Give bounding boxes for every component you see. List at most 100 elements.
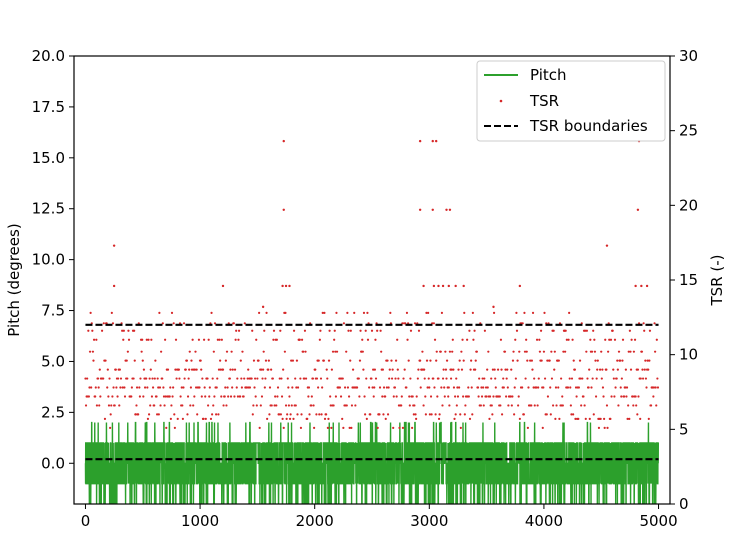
- tsr-point: [460, 350, 463, 353]
- tsr-point: [262, 350, 265, 353]
- tsr-point: [261, 377, 264, 380]
- tsr-point: [215, 386, 218, 389]
- tsr-point: [296, 386, 300, 389]
- tsr-point: [393, 386, 397, 389]
- tsr-point: [303, 329, 307, 332]
- tsr-point: [252, 404, 255, 407]
- tsr-point: [400, 404, 403, 407]
- tsr-point: [431, 139, 434, 143]
- tsr-point: [347, 395, 351, 398]
- y-right-axis-label: TSR (-): [708, 255, 726, 307]
- tsr-point: [415, 395, 418, 398]
- tsr-point: [530, 404, 533, 407]
- tsr-point: [181, 417, 184, 420]
- tsr-point: [636, 368, 640, 371]
- tsr-point: [601, 368, 604, 371]
- tsr-point: [84, 404, 88, 407]
- y-right-axis: 0 5 10 15 20 25 30: [670, 47, 698, 513]
- tsr-point: [609, 338, 613, 341]
- tsr-point: [494, 386, 497, 389]
- tsr-point: [233, 395, 236, 398]
- x-tick-label: 2000: [296, 512, 334, 530]
- tsr-point: [549, 386, 552, 389]
- tsr-point: [656, 377, 659, 380]
- tsr-point: [569, 386, 572, 389]
- tsr-point: [630, 338, 633, 341]
- tsr-point: [473, 329, 476, 332]
- tsr-point: [282, 208, 285, 212]
- tsr-point: [486, 368, 489, 371]
- tsr-point: [294, 377, 297, 380]
- tsr-point: [274, 395, 277, 398]
- tsr-point: [621, 359, 624, 362]
- y-left-axis-label: Pitch (degrees): [5, 223, 23, 336]
- tsr-point: [558, 417, 561, 420]
- legend-pitch-label: Pitch: [530, 66, 567, 84]
- tsr-point: [343, 386, 347, 389]
- tsr-point: [323, 311, 326, 314]
- tsr-point: [267, 359, 270, 362]
- tsr-point: [567, 338, 570, 341]
- tsr-point: [578, 359, 582, 362]
- tsr-point: [554, 417, 557, 420]
- tsr-point: [425, 359, 429, 362]
- tsr-point: [566, 386, 570, 389]
- tsr-point: [616, 359, 619, 362]
- tsr-point: [258, 426, 261, 429]
- tsr-point: [588, 417, 591, 420]
- tsr-point: [251, 329, 254, 332]
- tsr-point: [220, 338, 223, 341]
- tsr-point: [279, 329, 282, 332]
- tsr-point: [620, 377, 623, 380]
- tsr-point: [95, 404, 99, 407]
- tsr-point: [155, 395, 158, 398]
- tsr-point: [487, 350, 490, 353]
- tsr-point: [276, 386, 280, 389]
- tsr-point: [554, 386, 558, 389]
- tsr-point: [441, 404, 444, 407]
- tsr-point: [621, 338, 625, 341]
- tsr-point: [190, 359, 193, 362]
- tsr-point: [373, 386, 376, 389]
- tsr-point: [585, 329, 589, 332]
- tsr-point: [472, 338, 475, 341]
- tsr-point: [299, 377, 302, 380]
- tsr-point: [628, 417, 631, 420]
- tsr-point: [208, 386, 211, 389]
- tsr-point: [87, 395, 90, 398]
- tsr-point: [100, 329, 104, 332]
- tsr-point: [211, 413, 214, 416]
- tsr-point: [294, 404, 297, 407]
- tsr-point: [479, 404, 482, 407]
- tsr-point: [407, 359, 410, 362]
- tsr-point: [419, 359, 422, 362]
- tsr-point: [168, 395, 171, 398]
- tsr-point: [386, 413, 390, 416]
- tsr-point: [365, 377, 368, 380]
- tsr-point: [130, 386, 133, 389]
- tsr-point: [517, 404, 520, 407]
- tsr-point: [250, 377, 253, 380]
- tsr-point: [319, 329, 322, 332]
- tsr-point: [172, 386, 175, 389]
- tsr-point: [292, 329, 296, 332]
- tsr-point: [594, 359, 597, 362]
- tsr-point: [112, 284, 116, 288]
- tsr-point: [394, 359, 398, 362]
- tsr-point: [114, 368, 117, 371]
- tsr-point: [203, 386, 206, 389]
- tsr-point: [314, 368, 317, 371]
- tsr-point: [625, 386, 629, 389]
- y-left-tick-label: 0.0: [41, 454, 65, 472]
- tsr-point: [640, 284, 643, 288]
- tsr-point: [610, 395, 613, 398]
- tsr-point: [647, 368, 650, 371]
- y-left-tick-label: 10.0: [32, 251, 65, 269]
- tsr-point: [237, 329, 241, 332]
- tsr-point: [417, 329, 421, 332]
- tsr-point: [428, 386, 431, 389]
- tsr-point: [298, 338, 301, 341]
- tsr-point: [123, 395, 127, 398]
- tsr-point: [113, 404, 116, 407]
- tsr-point: [161, 377, 164, 380]
